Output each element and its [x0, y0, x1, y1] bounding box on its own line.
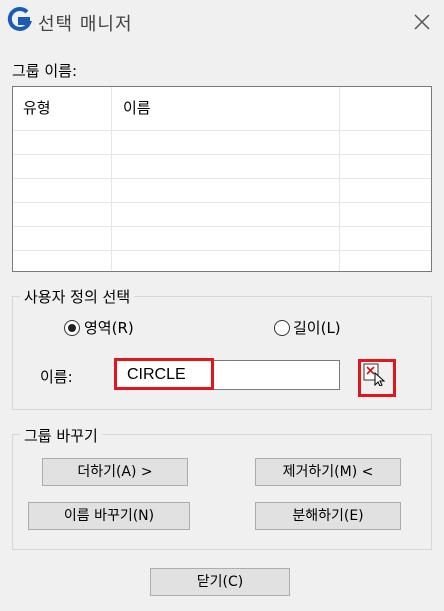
- close-icon[interactable]: [412, 12, 432, 32]
- add-button[interactable]: 더하기(A) >: [42, 458, 188, 486]
- title-bar: 선택 매니저: [0, 0, 444, 46]
- window-title: 선택 매니저: [38, 14, 133, 35]
- custom-selection-legend: 사용자 정의 선택: [20, 286, 135, 307]
- close-button[interactable]: 닫기(C): [150, 568, 290, 596]
- column-header-type[interactable]: 유형: [13, 87, 111, 129]
- column-header-name[interactable]: 이름: [113, 87, 343, 129]
- custom-selection-group: [12, 296, 432, 410]
- name-input[interactable]: [117, 361, 339, 389]
- name-field[interactable]: [116, 360, 340, 390]
- radio-area[interactable]: [64, 320, 80, 336]
- explode-button[interactable]: 분해하기(E): [255, 502, 401, 530]
- group-change-legend: 그룹 바꾸기: [20, 425, 102, 446]
- rename-button[interactable]: 이름 바꾸기(N): [28, 502, 190, 530]
- selection-manager-dialog: 선택 매니저 그룹 이름: 유형 이름 사용자 정의 선택 영역(R) 길이(L…: [0, 0, 444, 611]
- radio-area-label[interactable]: 영역(R): [84, 317, 134, 338]
- name-label: 이름:: [40, 368, 73, 386]
- select-object-icon[interactable]: [362, 362, 386, 387]
- radio-length-label[interactable]: 길이(L): [293, 317, 341, 338]
- remove-button[interactable]: 제거하기(M) <: [255, 458, 401, 486]
- radio-length[interactable]: [274, 320, 290, 336]
- group-list[interactable]: 유형 이름: [12, 86, 432, 272]
- group-name-label: 그룹 이름:: [12, 62, 78, 80]
- app-logo-icon: [6, 6, 34, 34]
- group-change-group: [12, 434, 432, 550]
